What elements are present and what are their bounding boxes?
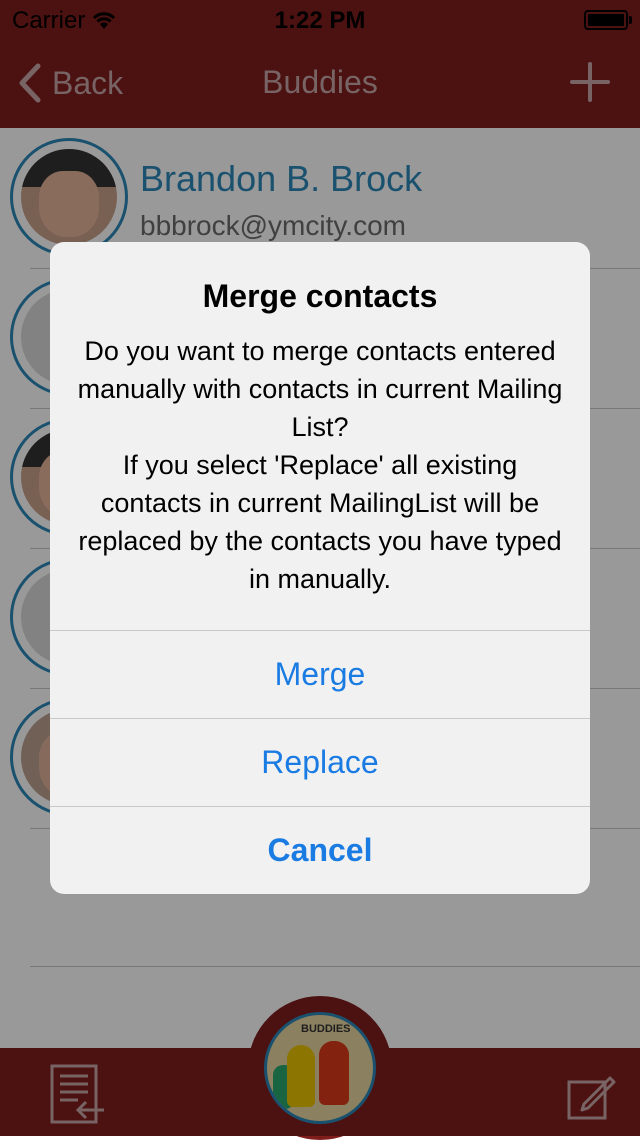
merge-alert-dialog: Merge contacts Do you want to merge cont… <box>50 242 590 894</box>
alert-title: Merge contacts <box>202 278 438 314</box>
merge-button[interactable]: Merge <box>50 630 590 718</box>
alert-message: Do you want to merge contacts entered ma… <box>77 336 563 594</box>
cancel-button[interactable]: Cancel <box>50 806 590 894</box>
replace-button[interactable]: Replace <box>50 718 590 806</box>
